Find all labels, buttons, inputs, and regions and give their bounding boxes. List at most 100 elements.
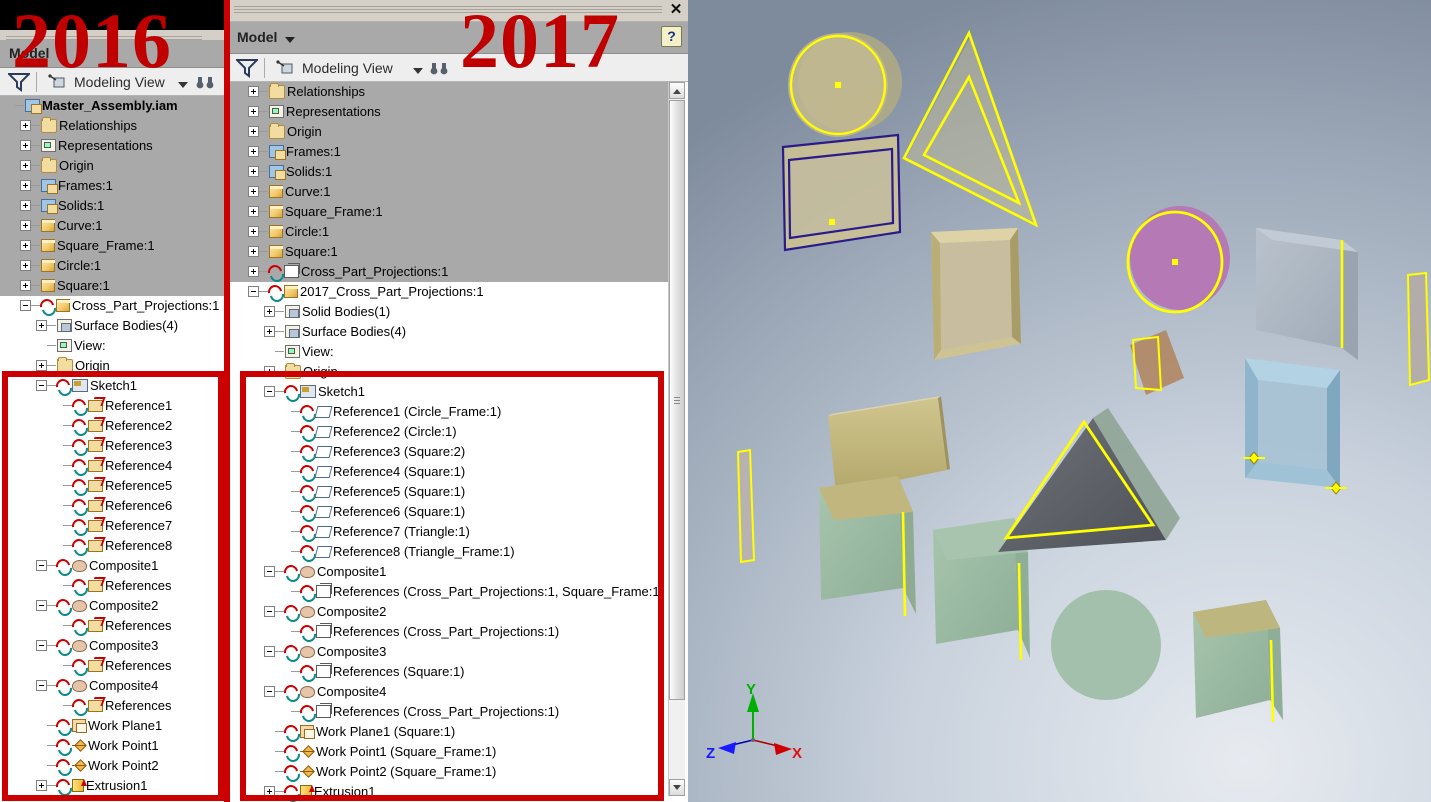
- expand-toggle[interactable]: [20, 120, 31, 132]
- tree-item[interactable]: Reference8: [0, 536, 228, 556]
- tree-item[interactable]: Work Point2: [0, 756, 228, 776]
- expand-toggle[interactable]: [36, 360, 47, 372]
- tree-item[interactable]: References: [0, 696, 228, 716]
- tree-item[interactable]: Sketch1: [0, 376, 228, 396]
- tree-item[interactable]: Relationships: [228, 82, 668, 102]
- expand-toggle[interactable]: [248, 186, 259, 198]
- scroll-down-button[interactable]: [669, 779, 685, 796]
- tree-item[interactable]: Reference8 (Triangle_Frame:1): [228, 542, 668, 562]
- browser-panel-2016[interactable]: Model Modeling View Master_Assembly.iam …: [0, 0, 228, 802]
- tree-item[interactable]: Work Plane1: [0, 716, 228, 736]
- collapse-toggle[interactable]: [264, 646, 275, 658]
- tree-item[interactable]: Work Point1: [0, 736, 228, 756]
- model-tree-left[interactable]: Master_Assembly.iam Relationships Represen…: [0, 96, 228, 802]
- tree-item[interactable]: Square:1: [228, 242, 668, 262]
- tree-item[interactable]: Curve:1: [0, 216, 228, 236]
- tree-item[interactable]: Reference7: [0, 516, 228, 536]
- binoculars-icon[interactable]: [196, 76, 214, 94]
- tree-item[interactable]: Square:1: [0, 276, 228, 296]
- expand-toggle[interactable]: [248, 106, 259, 118]
- tree-item[interactable]: 2017_Cross_Part_Projections:1: [228, 282, 668, 302]
- tree-item[interactable]: Relationships: [0, 116, 228, 136]
- filter-bar-right[interactable]: Modeling View: [228, 54, 688, 82]
- filter-bar-left[interactable]: Modeling View: [0, 68, 228, 96]
- expand-toggle[interactable]: [248, 266, 259, 278]
- expand-toggle[interactable]: [248, 86, 259, 98]
- filter-funnel-icon-right[interactable]: [236, 58, 258, 78]
- tree-item[interactable]: Sketch1: [228, 382, 668, 402]
- tree-item[interactable]: Work Plane1 (Square:1): [228, 722, 668, 742]
- tree-item[interactable]: Representations: [0, 136, 228, 156]
- collapse-toggle[interactable]: [36, 380, 47, 392]
- tree-item[interactable]: Reference2: [0, 416, 228, 436]
- tree-item[interactable]: References (Square:1): [228, 662, 668, 682]
- view-chevron-down-icon-right[interactable]: [413, 68, 423, 74]
- tree-item[interactable]: Composite3: [228, 642, 668, 662]
- collapse-toggle[interactable]: [36, 680, 47, 692]
- expand-toggle[interactable]: [36, 780, 47, 792]
- tree-item[interactable]: Origin: [228, 362, 668, 382]
- tree-item[interactable]: Frames:1: [0, 176, 228, 196]
- tree-item[interactable]: Reference3: [0, 436, 228, 456]
- expand-toggle[interactable]: [248, 206, 259, 218]
- tree-item[interactable]: References (Cross_Part_Projections:1): [228, 622, 668, 642]
- collapse-toggle[interactable]: [264, 566, 275, 578]
- view-chevron-down-icon[interactable]: [178, 82, 188, 88]
- chevron-down-icon[interactable]: [56, 52, 66, 58]
- expand-toggle[interactable]: [36, 320, 47, 332]
- tree-item[interactable]: Reference4: [0, 456, 228, 476]
- chevron-down-icon-right[interactable]: [285, 37, 295, 43]
- expand-toggle[interactable]: [264, 366, 275, 378]
- scrollbar-thumb[interactable]: [669, 100, 685, 700]
- tree-item[interactable]: Square_Frame:1: [228, 202, 668, 222]
- tree-item[interactable]: Composite4: [0, 676, 228, 696]
- tree-item[interactable]: References: [0, 576, 228, 596]
- tree-item[interactable]: References: [0, 616, 228, 636]
- vertical-scrollbar[interactable]: [668, 82, 685, 796]
- tree-item[interactable]: Composite2: [0, 596, 228, 616]
- tree-item[interactable]: Extrusion1: [228, 782, 668, 802]
- tree-item[interactable]: Square_Frame:1: [0, 236, 228, 256]
- binoculars-icon-right[interactable]: [430, 62, 448, 80]
- tree-item[interactable]: Composite2: [228, 602, 668, 622]
- tree-item[interactable]: Composite1: [228, 562, 668, 582]
- tree-item[interactable]: Origin: [228, 122, 668, 142]
- tree-item[interactable]: Composite3: [0, 636, 228, 656]
- expand-toggle[interactable]: [20, 280, 31, 292]
- tree-item[interactable]: Reference5 (Square:1): [228, 482, 668, 502]
- tree-item[interactable]: Reference7 (Triangle:1): [228, 522, 668, 542]
- expand-toggle[interactable]: [264, 786, 275, 798]
- close-icon[interactable]: ✕: [668, 2, 684, 18]
- expand-toggle[interactable]: [20, 160, 31, 172]
- tree-item[interactable]: Curve:1: [228, 182, 668, 202]
- scroll-up-button[interactable]: [669, 82, 685, 99]
- expand-toggle[interactable]: [20, 200, 31, 212]
- collapse-toggle[interactable]: [36, 560, 47, 572]
- tree-item[interactable]: Reference5: [0, 476, 228, 496]
- tree-item[interactable]: Circle:1: [0, 256, 228, 276]
- tree-item[interactable]: References (Cross_Part_Projections:1, Sq…: [228, 582, 668, 602]
- tree-item[interactable]: Reference6: [0, 496, 228, 516]
- tree-item[interactable]: Cross_Part_Projections:1: [228, 262, 668, 282]
- tree-item[interactable]: Origin: [0, 156, 228, 176]
- tree-item[interactable]: View:: [228, 342, 668, 362]
- expand-toggle[interactable]: [20, 180, 31, 192]
- browser-panel-2017[interactable]: ✕ Model ? Modeling View Relationships Re…: [228, 0, 688, 802]
- tree-item[interactable]: References (Cross_Part_Projections:1): [228, 702, 668, 722]
- expand-toggle[interactable]: [20, 260, 31, 272]
- tree-item[interactable]: Composite1: [0, 556, 228, 576]
- expand-toggle[interactable]: [20, 220, 31, 232]
- tree-item[interactable]: Master_Assembly.iam: [0, 96, 228, 116]
- tree-item[interactable]: View:: [0, 336, 228, 356]
- tree-item[interactable]: Origin: [0, 356, 228, 376]
- tree-item[interactable]: Surface Bodies(4): [228, 322, 668, 342]
- help-button[interactable]: ?: [661, 26, 682, 47]
- model-tree-right[interactable]: Relationships Representations Origin Frames…: [228, 82, 668, 802]
- tree-item[interactable]: Solid Bodies(1): [228, 302, 668, 322]
- tree-item[interactable]: Reference1 (Circle_Frame:1): [228, 402, 668, 422]
- expand-toggle[interactable]: [20, 240, 31, 252]
- expand-toggle[interactable]: [248, 146, 259, 158]
- expand-toggle[interactable]: [248, 226, 259, 238]
- collapse-toggle[interactable]: [264, 686, 275, 698]
- collapse-toggle[interactable]: [36, 640, 47, 652]
